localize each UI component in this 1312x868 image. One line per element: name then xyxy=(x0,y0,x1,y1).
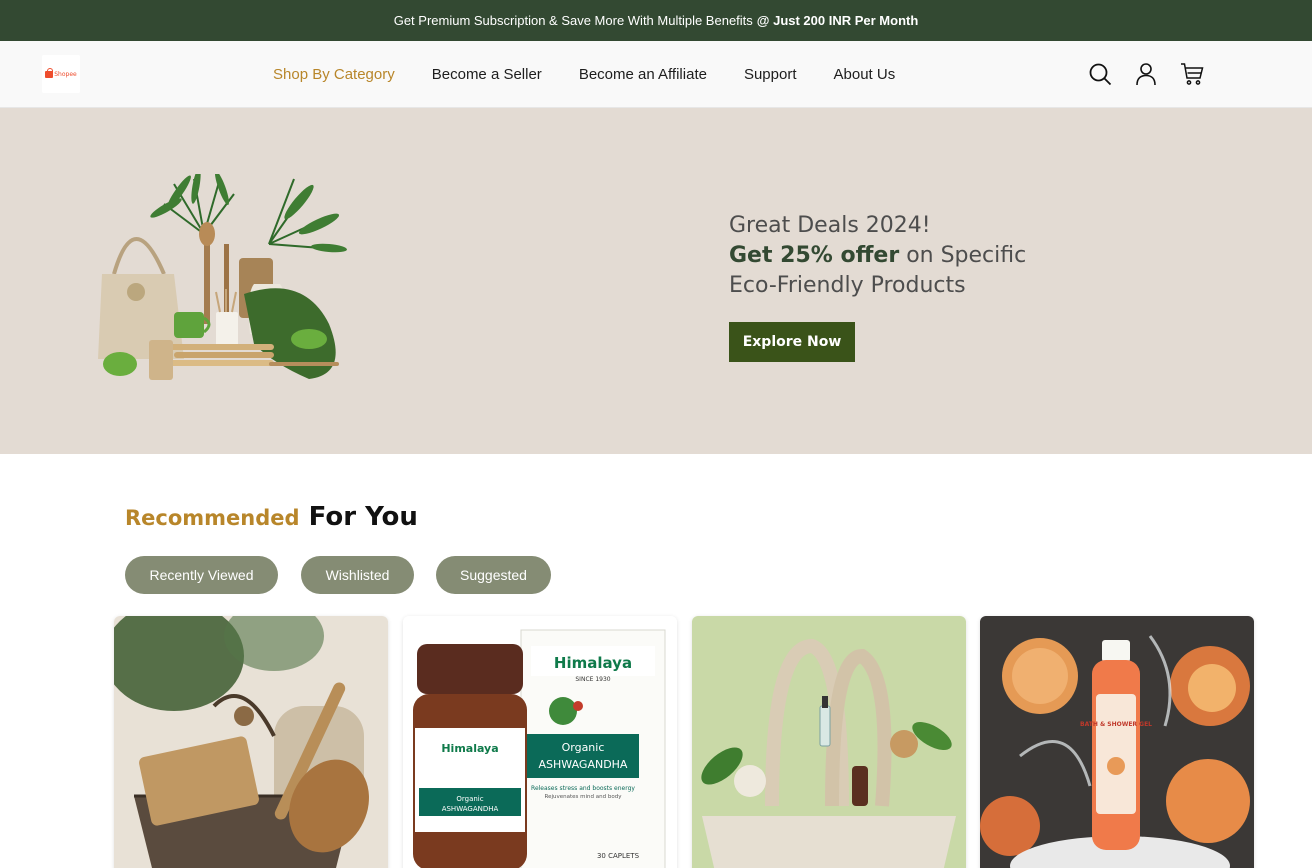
box-tagline: Releases stress and boosts energy xyxy=(531,785,635,792)
svg-text:ASHWAGANDHA: ASHWAGANDHA xyxy=(442,805,499,813)
hero-line3: Eco-Friendly Products xyxy=(729,273,966,298)
product-card-shower-gel[interactable]: BATH & SHOWER GEL xyxy=(980,616,1254,868)
box-name-top: Organic xyxy=(562,741,605,754)
hero-headline: Great Deals 2024! Get 25% offer on Speci… xyxy=(729,211,1026,301)
product-card-soap-basket[interactable] xyxy=(114,616,388,868)
box-brand: Himalaya xyxy=(554,654,632,672)
box-tagline2: Rejuvenates mind and body xyxy=(545,794,623,800)
search-icon[interactable] xyxy=(1087,61,1112,86)
logo[interactable]: Shopee xyxy=(42,55,80,93)
hero-banner: Great Deals 2024! Get 25% offer on Speci… xyxy=(0,108,1312,454)
hero-eco-products-image xyxy=(98,174,347,380)
recommended-title-accent: Recommended xyxy=(125,506,300,530)
promo-bar: Get Premium Subscription & Save More Wit… xyxy=(0,0,1312,41)
product-image-soap-basket xyxy=(114,616,388,868)
promo-highlight: @ Just 200 INR Per Month xyxy=(756,13,919,28)
navbar: Shopee Shop By Category Become a Seller … xyxy=(0,41,1312,108)
cart-icon[interactable] xyxy=(1179,61,1204,86)
product-card-ashwagandha[interactable]: Himalaya SINCE 1930 Organic ASHWAGANDHA … xyxy=(403,616,677,868)
hero-line1: Great Deals 2024! xyxy=(729,213,931,238)
box-count: 30 CAPLETS xyxy=(597,852,640,860)
recommended-title-rest: For You xyxy=(308,502,418,532)
filter-suggested[interactable]: Suggested xyxy=(436,556,551,594)
shopping-bag-icon xyxy=(45,67,54,78)
logo-text: Shopee xyxy=(54,70,77,78)
recommended-title: Recommended For You xyxy=(125,502,418,532)
box-since: SINCE 1930 xyxy=(575,676,610,683)
user-icon[interactable] xyxy=(1133,61,1158,86)
nav-become-an-affiliate[interactable]: Become an Affiliate xyxy=(579,66,707,83)
nav-links: Shop By Category Become a Seller Become … xyxy=(273,41,932,108)
nav-icons xyxy=(1087,61,1204,86)
box-name: ASHWAGANDHA xyxy=(539,758,628,771)
hero-offer-rest: on Specific xyxy=(906,243,1027,268)
nav-support[interactable]: Support xyxy=(744,66,797,83)
bottle-label: BATH & SHOWER GEL xyxy=(1080,721,1152,728)
product-card-tote-bag[interactable] xyxy=(692,616,966,868)
product-image-ashwagandha: Himalaya SINCE 1930 Organic ASHWAGANDHA … xyxy=(403,616,677,868)
hero-offer-bold: Get 25% offer xyxy=(729,243,900,268)
product-image-shower-gel: BATH & SHOWER GEL xyxy=(980,616,1254,868)
svg-text:Organic: Organic xyxy=(456,795,483,803)
filter-recently-viewed[interactable]: Recently Viewed xyxy=(125,556,278,594)
nav-about-us[interactable]: About Us xyxy=(834,66,896,83)
promo-text: Get Premium Subscription & Save More Wit… xyxy=(393,13,753,28)
product-image-tote-bag xyxy=(692,616,966,868)
svg-text:Himalaya: Himalaya xyxy=(441,742,498,755)
explore-now-button[interactable]: Explore Now xyxy=(729,322,855,362)
filter-wishlisted[interactable]: Wishlisted xyxy=(301,556,414,594)
nav-shop-by-category[interactable]: Shop By Category xyxy=(273,66,395,83)
hero-line2: Get 25% offer on Specific xyxy=(729,241,1026,271)
nav-become-a-seller[interactable]: Become a Seller xyxy=(432,66,542,83)
